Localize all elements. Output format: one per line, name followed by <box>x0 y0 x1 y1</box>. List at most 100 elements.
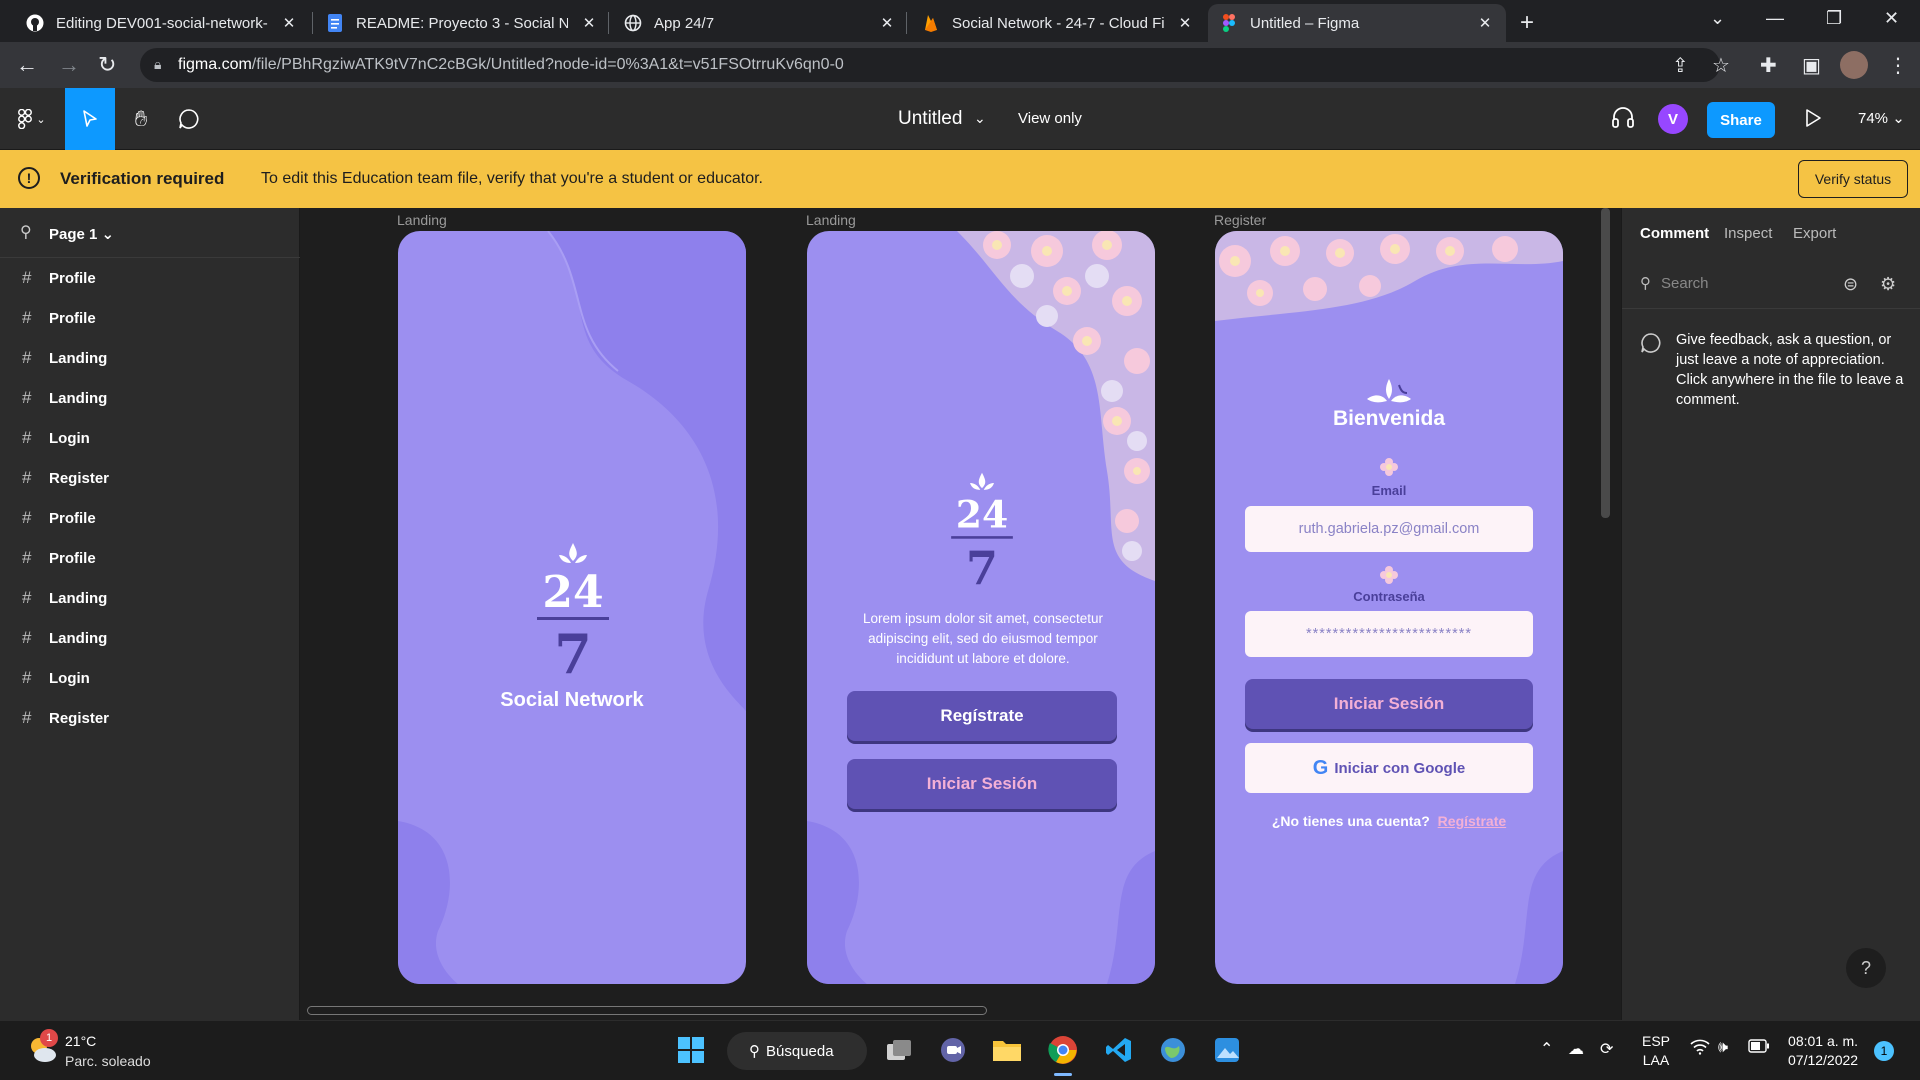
register-button[interactable]: Regístrate <box>847 691 1117 741</box>
login-button[interactable]: Iniciar Sesión <box>1245 679 1533 729</box>
layer-item[interactable]: # Profile <box>0 298 300 338</box>
frame-landing-buttons[interactable]: 24 7 Lorem ipsum dolor sit amet, consect… <box>807 231 1155 984</box>
tab-app[interactable]: App 24/7 ✕ <box>612 4 908 42</box>
onedrive-cloud-icon[interactable]: ☁︎ <box>1568 1039 1584 1059</box>
wifi-icon[interactable] <box>1690 1039 1710 1060</box>
share-button[interactable]: Share <box>1707 102 1775 138</box>
task-view-icon[interactable] <box>882 1033 916 1067</box>
figma-menu-icon[interactable]: ⌄ <box>10 88 54 150</box>
password-field[interactable]: ************************* <box>1245 611 1533 657</box>
minimize-icon[interactable]: — <box>1766 8 1784 29</box>
browser-app-icon[interactable] <box>1156 1033 1190 1067</box>
layer-item[interactable]: # Login <box>0 418 300 458</box>
tab-firebase[interactable]: Social Network - 24-7 - Cloud Fir ✕ <box>910 4 1206 42</box>
page-selector[interactable]: ⚲ Page 1 ⌄ <box>0 208 300 258</box>
share-page-icon[interactable]: ⇪ <box>1672 53 1689 78</box>
user-avatar[interactable]: V <box>1658 104 1688 134</box>
close-icon[interactable]: ✕ <box>280 14 298 32</box>
back-icon[interactable]: ← <box>16 52 38 78</box>
restore-icon[interactable]: ❐ <box>1826 8 1842 29</box>
layer-item[interactable]: # Register <box>0 698 300 738</box>
weather-condition[interactable]: Parc. soleado <box>65 1053 151 1069</box>
extensions-icon[interactable]: ✚ <box>1760 53 1777 78</box>
layer-item[interactable]: # Landing <box>0 338 300 378</box>
banner-title: Verification required <box>60 169 225 188</box>
new-tab-icon[interactable]: + <box>1520 9 1534 37</box>
tab-inspect[interactable]: Inspect <box>1724 225 1772 242</box>
notification-badge[interactable]: 1 <box>1874 1041 1894 1061</box>
windows-start-icon[interactable] <box>674 1033 708 1067</box>
horizontal-scrollbar[interactable] <box>307 1006 987 1015</box>
email-field[interactable]: ruth.gabriela.pz@gmail.com <box>1245 506 1533 552</box>
move-tool-icon[interactable] <box>65 88 115 150</box>
layer-item[interactable]: # Profile <box>0 498 300 538</box>
comment-tool-icon[interactable] <box>166 88 212 150</box>
close-icon[interactable]: ✕ <box>1476 14 1494 32</box>
search-icon[interactable]: ⚲ <box>20 222 32 242</box>
layer-item[interactable]: # Profile <box>0 258 300 298</box>
profile-avatar[interactable] <box>1840 51 1868 79</box>
taskbar-search[interactable]: ⚲ Búsqueda <box>727 1032 867 1070</box>
close-icon[interactable]: ✕ <box>580 14 598 32</box>
address-bar[interactable]: 🔒︎ figma.com/file/PBhRgziwATK9tV7nC2cBGk… <box>140 48 1720 82</box>
battery-icon[interactable] <box>1748 1039 1770 1058</box>
verify-status-button[interactable]: Verify status <box>1798 160 1908 198</box>
vertical-scrollbar[interactable] <box>1601 208 1610 518</box>
comment-search-input[interactable]: ⚲ Search <box>1640 274 1709 292</box>
zoom-level[interactable]: 74% ⌄ <box>1858 109 1905 127</box>
register-link[interactable]: Regístrate <box>1438 813 1506 829</box>
layer-item[interactable]: # Profile <box>0 538 300 578</box>
volume-icon[interactable]: 🕪︎ <box>1718 1039 1728 1057</box>
close-window-icon[interactable]: ✕ <box>1884 8 1899 29</box>
layer-item[interactable]: # Login <box>0 658 300 698</box>
input-language[interactable]: ESP LAA <box>1642 1032 1670 1070</box>
close-icon[interactable]: ✕ <box>878 14 896 32</box>
help-button[interactable]: ? <box>1846 948 1886 988</box>
forward-icon[interactable]: → <box>58 52 80 78</box>
google-login-button[interactable]: G Iniciar con Google <box>1245 743 1533 793</box>
active-app-indicator <box>1054 1073 1072 1076</box>
tab-readme[interactable]: README: Proyecto 3 - Social Net ✕ <box>314 4 610 42</box>
logo-number-24: 24 <box>956 493 1008 537</box>
weather-temperature[interactable]: 21°C <box>65 1033 96 1049</box>
login-button[interactable]: Iniciar Sesión <box>847 759 1117 809</box>
vscode-icon[interactable] <box>1102 1033 1136 1067</box>
sync-icon[interactable]: ⟳ <box>1600 1039 1613 1059</box>
chrome-icon[interactable] <box>1046 1033 1080 1067</box>
reload-icon[interactable]: ↻ <box>98 52 116 78</box>
layer-item[interactable]: # Register <box>0 458 300 498</box>
chevron-down-icon[interactable]: ⌄ <box>974 110 986 127</box>
layer-item[interactable]: # Landing <box>0 618 300 658</box>
present-play-icon[interactable] <box>1804 108 1822 133</box>
frame-label[interactable]: Landing <box>397 212 447 228</box>
side-panel-icon[interactable]: ▣ <box>1802 53 1821 78</box>
hand-tool-icon[interactable]: ✋︎ <box>118 88 164 150</box>
frame-label[interactable]: Landing <box>806 212 856 228</box>
audio-headphones-icon[interactable] <box>1610 104 1636 135</box>
photos-app-icon[interactable] <box>1210 1033 1244 1067</box>
figma-icon <box>1220 14 1238 32</box>
frame-landing-splash[interactable]: 24 7 Social Network <box>398 231 746 984</box>
settings-sliders-icon[interactable]: ⚙︎ <box>1880 274 1896 295</box>
frame-label[interactable]: Register <box>1214 212 1266 228</box>
close-icon[interactable]: ✕ <box>1176 14 1194 32</box>
frame-register[interactable]: Bienvenida Email ruth.gabriela.pz@gmail.… <box>1215 231 1563 984</box>
show-hidden-icons-icon[interactable]: ⌃ <box>1540 1039 1553 1059</box>
document-title[interactable]: Untitled <box>898 108 962 130</box>
tab-comment[interactable]: Comment <box>1640 225 1709 242</box>
layer-item[interactable]: # Landing <box>0 578 300 618</box>
design-canvas[interactable]: Landing Landing Register 24 7 Social Net… <box>301 208 1621 1020</box>
tab-figma[interactable]: Untitled – Figma ✕ <box>1208 4 1506 42</box>
bookmark-star-icon[interactable]: ☆ <box>1712 53 1730 78</box>
filter-icon[interactable]: ⊜ <box>1843 274 1858 295</box>
tab-export[interactable]: Export <box>1793 225 1836 242</box>
system-clock[interactable]: 08:01 a. m. 07/12/2022 <box>1788 1032 1858 1070</box>
clock-date: 07/12/2022 <box>1788 1052 1859 1068</box>
tab-github[interactable]: Editing DEV001-social-network-2 ✕ <box>14 4 310 42</box>
layer-item[interactable]: # Landing <box>0 378 300 418</box>
tab-title: Editing DEV001-social-network-2 <box>56 14 268 32</box>
tab-search-icon[interactable]: ⌄ <box>1710 8 1725 29</box>
teams-chat-icon[interactable] <box>936 1033 970 1067</box>
menu-dots-icon[interactable]: ⋮ <box>1888 53 1908 78</box>
file-explorer-icon[interactable] <box>990 1033 1024 1067</box>
